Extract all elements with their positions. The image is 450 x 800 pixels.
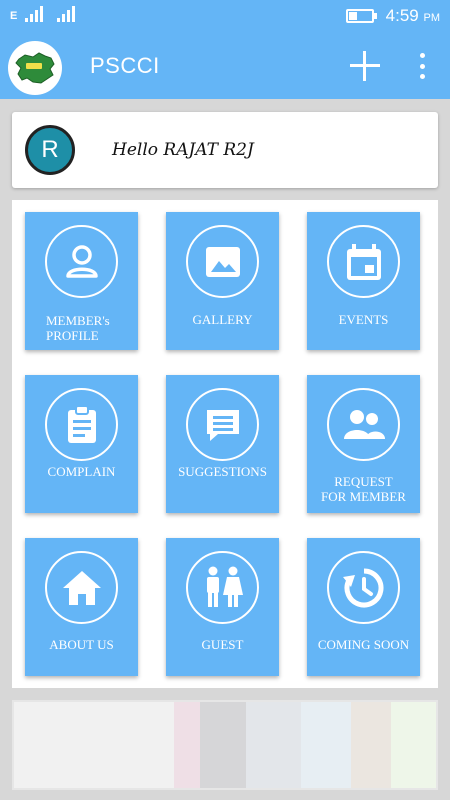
app-title: PSCCI	[90, 53, 160, 78]
tile-coming-soon[interactable]: COMING SOON	[307, 538, 420, 676]
avatar-letter: R	[41, 136, 59, 163]
tile-label: ABOUT US	[49, 637, 114, 652]
chat-icon	[186, 388, 259, 461]
tile-gallery[interactable]: GALLERY	[166, 212, 279, 350]
status-bar: E 4:59 PM	[0, 0, 450, 33]
ad-image	[14, 702, 436, 788]
tile-label: MEMBER's PROFILE	[46, 313, 138, 343]
tile-label: EVENTS	[338, 312, 389, 327]
people-icon	[186, 551, 259, 624]
tile-guest[interactable]: GUEST	[166, 538, 279, 676]
tile-complain[interactable]: COMPLAIN	[25, 375, 138, 513]
tile-label-line1: REQUEST	[334, 474, 393, 489]
more-vert-icon[interactable]	[414, 53, 430, 79]
tile-request-for-member[interactable]: REQUEST FOR MEMBER	[307, 375, 420, 513]
home-icon	[45, 551, 118, 624]
history-icon	[327, 551, 400, 624]
image-icon	[186, 225, 259, 298]
tile-label: COMING SOON	[317, 637, 410, 652]
signal-strength-icon	[25, 6, 44, 22]
clipboard-icon	[45, 388, 118, 461]
tile-label-line2: FOR MEMBER	[321, 489, 406, 504]
signal-strength-icon-2	[57, 6, 76, 22]
greeting-text: Hello RAJAT R2J	[112, 140, 254, 160]
plus-icon[interactable]	[348, 49, 382, 83]
app-logo[interactable]	[8, 41, 62, 95]
menu-grid: MEMBER's PROFILE GALLERY EVENTS COMPLAIN…	[12, 200, 438, 688]
greeting-card: R Hello RAJAT R2J	[12, 112, 438, 188]
ad-banner[interactable]	[12, 700, 438, 790]
status-left: E	[10, 6, 76, 22]
tile-label: COMPLAIN	[47, 464, 116, 479]
tile-label: SUGGESTIONS	[178, 464, 267, 479]
tile-events[interactable]: EVENTS	[307, 212, 420, 350]
battery-icon	[345, 9, 377, 23]
clock-ampm: PM	[423, 12, 441, 24]
clock: 4:59 PM	[386, 6, 440, 26]
tile-label-line2: PROFILE	[46, 328, 99, 343]
tile-about-us[interactable]: ABOUT US	[25, 538, 138, 676]
person-icon	[45, 225, 118, 298]
calendar-icon	[327, 225, 400, 298]
group-icon	[327, 388, 400, 461]
tile-label: REQUEST FOR MEMBER	[307, 474, 420, 504]
status-right: 4:59 PM	[345, 6, 440, 26]
network-type-label: E	[10, 10, 18, 22]
tile-label-line1: MEMBER's	[46, 313, 110, 328]
app-bar: PSCCI	[0, 33, 450, 99]
avatar[interactable]: R	[25, 125, 75, 175]
battery-fill	[348, 12, 357, 20]
tile-label: GUEST	[201, 637, 244, 652]
tile-suggestions[interactable]: SUGGESTIONS	[166, 375, 279, 513]
tile-members-profile[interactable]: MEMBER's PROFILE	[25, 212, 138, 350]
tile-label: GALLERY	[192, 312, 253, 327]
clock-time: 4:59	[385, 6, 419, 25]
map-logo-icon	[15, 52, 55, 84]
